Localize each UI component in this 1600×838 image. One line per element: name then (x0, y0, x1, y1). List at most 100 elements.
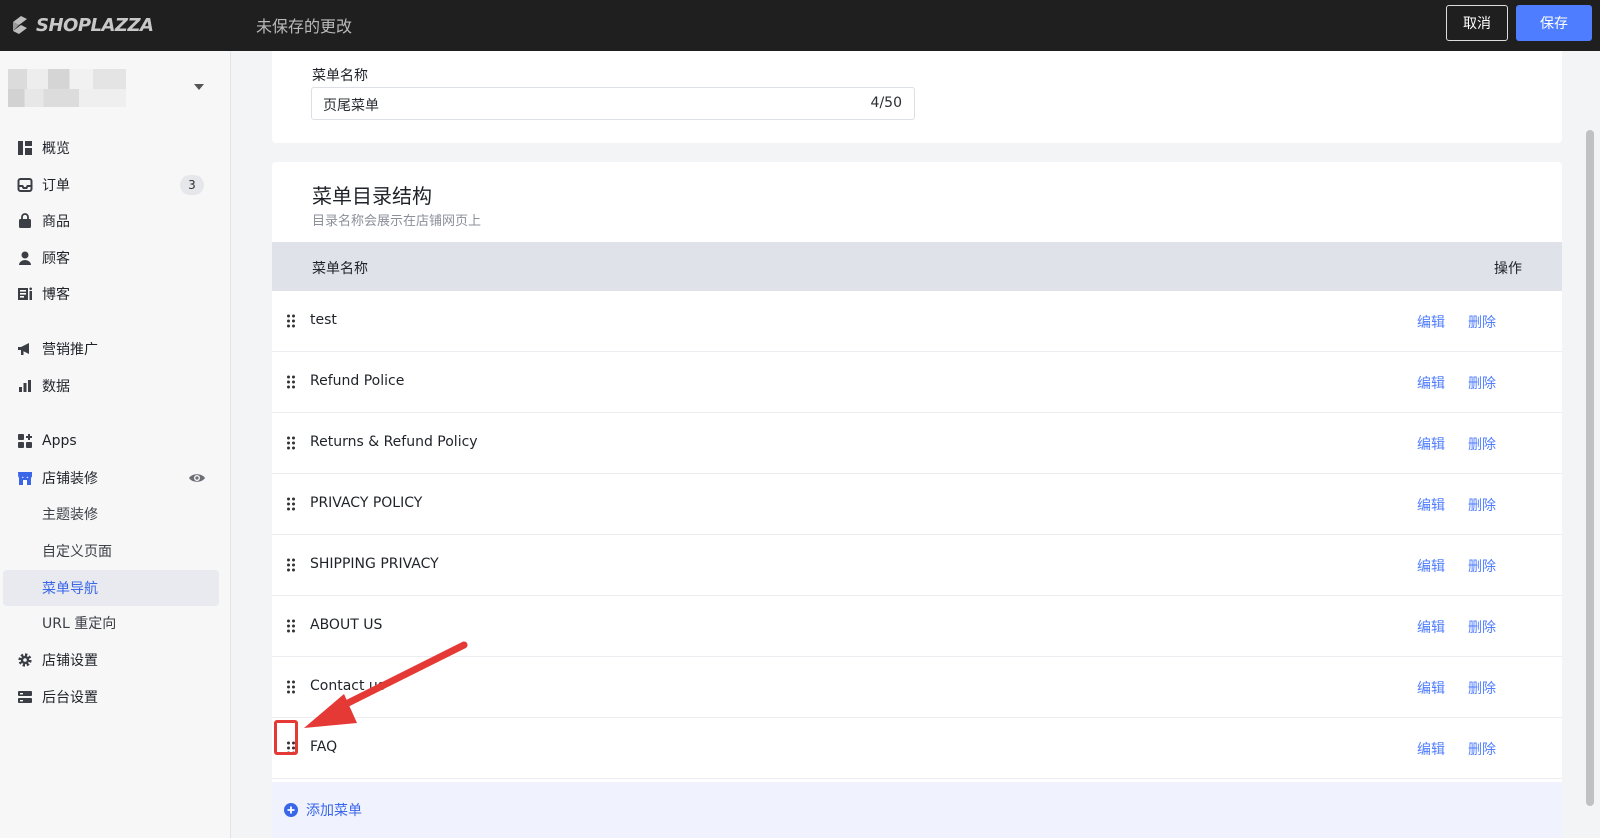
logo-text: SHOPLAZZA (36, 14, 154, 36)
sidebar-item-apps[interactable]: Apps (0, 425, 231, 457)
sidebar-item-products[interactable]: 商品 (0, 205, 231, 237)
sidebar-item-label: URL 重定向 (42, 616, 117, 632)
edit-link[interactable]: 编辑 (1417, 312, 1445, 332)
scrollbar[interactable] (1586, 130, 1594, 806)
add-menu-button[interactable]: 添加菜单 (284, 800, 362, 820)
apps-icon (16, 432, 34, 450)
delete-link[interactable]: 删除 (1468, 373, 1496, 393)
sidebar-item-themes[interactable]: 主题装修 (0, 498, 231, 530)
drag-handle-icon[interactable] (285, 435, 297, 451)
edit-link[interactable]: 编辑 (1417, 617, 1445, 637)
sidebar-item-label: 自定义页面 (42, 544, 112, 560)
menu-structure-card: 菜单目录结构 目录名称会展示在店铺网页上 菜单名称 操作 test 编辑 删除 … (272, 162, 1562, 838)
delete-link[interactable]: 删除 (1468, 556, 1496, 576)
main-content: 菜单名称 页尾菜单 4/50 菜单目录结构 目录名称会展示在店铺网页上 菜单名称… (231, 51, 1600, 838)
dashboard-icon (16, 139, 34, 157)
edit-link[interactable]: 编辑 (1417, 495, 1445, 515)
add-menu-label: 添加菜单 (306, 803, 362, 819)
menu-item-name: Returns & Refund Policy (310, 434, 478, 450)
menu-item-name: SHIPPING PRIVACY (310, 556, 439, 572)
sidebar-item-label: 商品 (42, 214, 70, 230)
plus-circle-icon (284, 803, 298, 817)
delete-link[interactable]: 删除 (1468, 495, 1496, 515)
drag-handle-icon[interactable] (285, 374, 297, 390)
drag-handle-icon[interactable] (285, 496, 297, 512)
table-row: Contact us 编辑 删除 (272, 657, 1562, 718)
delete-link[interactable]: 删除 (1468, 739, 1496, 759)
sidebar-item-online-store[interactable]: 店铺装修 (0, 462, 231, 494)
sidebar-item-label: Apps (42, 433, 77, 449)
add-menu-bar: 添加菜单 (272, 782, 1562, 838)
table-row: Returns & Refund Policy 编辑 删除 (272, 413, 1562, 474)
storefront-icon (16, 469, 34, 487)
bar-chart-icon (16, 377, 34, 395)
sidebar-item-label: 数据 (42, 379, 70, 395)
table-row: SHIPPING PRIVACY 编辑 删除 (272, 535, 1562, 596)
table-row: PRIVACY POLICY 编辑 删除 (272, 474, 1562, 535)
annotation-highlight-box (274, 720, 298, 755)
store-switcher[interactable] (8, 69, 218, 107)
section-subtitle: 目录名称会展示在店铺网页上 (312, 214, 482, 229)
edit-link[interactable]: 编辑 (1417, 739, 1445, 759)
delete-link[interactable]: 删除 (1468, 434, 1496, 454)
menu-name-card: 菜单名称 页尾菜单 4/50 (272, 51, 1562, 143)
drag-handle-icon[interactable] (285, 618, 297, 634)
blog-icon (16, 285, 34, 303)
sidebar-item-analytics[interactable]: 数据 (0, 370, 231, 402)
shoplazza-logo[interactable]: SHOPLAZZA (10, 12, 154, 38)
delete-link[interactable]: 删除 (1468, 617, 1496, 637)
caret-down-icon (194, 84, 204, 90)
sidebar-item-orders[interactable]: 订单 3 (0, 169, 231, 201)
char-count: 4/50 (870, 95, 902, 111)
save-button[interactable]: 保存 (1516, 5, 1592, 41)
store-avatar (8, 69, 126, 107)
cancel-button[interactable]: 取消 (1446, 5, 1508, 41)
menu-item-name: FAQ (310, 739, 338, 755)
menu-item-name: ABOUT US (310, 617, 383, 633)
orders-count-badge: 3 (180, 175, 204, 195)
column-header-actions: 操作 (1494, 261, 1522, 277)
sidebar-item-customers[interactable]: 顾客 (0, 242, 231, 274)
edit-link[interactable]: 编辑 (1417, 678, 1445, 698)
sidebar-item-label: 店铺装修 (42, 471, 98, 487)
table-row: FAQ 编辑 删除 (272, 718, 1562, 779)
sidebar-item-label: 概览 (42, 141, 70, 157)
sidebar-item-label: 订单 (42, 178, 70, 194)
sidebar-item-blog[interactable]: 博客 (0, 278, 231, 310)
menu-item-name: Refund Police (310, 373, 405, 389)
eye-icon[interactable] (188, 469, 206, 487)
table-header: 菜单名称 操作 (272, 242, 1562, 291)
sidebar-item-menu-navigation[interactable]: 菜单导航 (3, 570, 219, 606)
edit-link[interactable]: 编辑 (1417, 434, 1445, 454)
sidebar-item-url-redirect[interactable]: URL 重定向 (0, 607, 231, 639)
table-row: Refund Police 编辑 删除 (272, 352, 1562, 413)
sidebar-item-overview[interactable]: 概览 (0, 132, 231, 164)
person-icon (16, 249, 34, 267)
drag-handle-icon[interactable] (285, 557, 297, 573)
gear-icon (16, 651, 34, 669)
sidebar-item-label: 顾客 (42, 251, 70, 267)
sidebar-item-admin-settings[interactable]: 后台设置 (0, 681, 231, 713)
inbox-icon (16, 176, 34, 194)
menu-name-value: 页尾菜单 (323, 98, 379, 114)
sidebar-item-custom-pages[interactable]: 自定义页面 (0, 535, 231, 567)
sidebar-item-label: 店铺设置 (42, 653, 98, 669)
sidebar-item-label: 博客 (42, 287, 70, 303)
section-title: 菜单目录结构 (312, 184, 432, 208)
menu-name-label: 菜单名称 (312, 68, 368, 84)
delete-link[interactable]: 删除 (1468, 678, 1496, 698)
unsaved-changes-text: 未保存的更改 (256, 17, 353, 36)
menu-item-name: Contact us (310, 678, 386, 694)
drag-handle-icon[interactable] (285, 313, 297, 329)
delete-link[interactable]: 删除 (1468, 312, 1496, 332)
shopping-bag-icon (16, 212, 34, 230)
drag-handle-icon[interactable] (285, 679, 297, 695)
menu-item-name: test (310, 312, 337, 328)
sidebar-item-label: 后台设置 (42, 690, 98, 706)
edit-link[interactable]: 编辑 (1417, 556, 1445, 576)
server-icon (16, 688, 34, 706)
sidebar-item-store-settings[interactable]: 店铺设置 (0, 644, 231, 676)
menu-name-input[interactable]: 页尾菜单 4/50 (311, 87, 915, 120)
edit-link[interactable]: 编辑 (1417, 373, 1445, 393)
sidebar-item-marketing[interactable]: 营销推广 (0, 333, 231, 365)
